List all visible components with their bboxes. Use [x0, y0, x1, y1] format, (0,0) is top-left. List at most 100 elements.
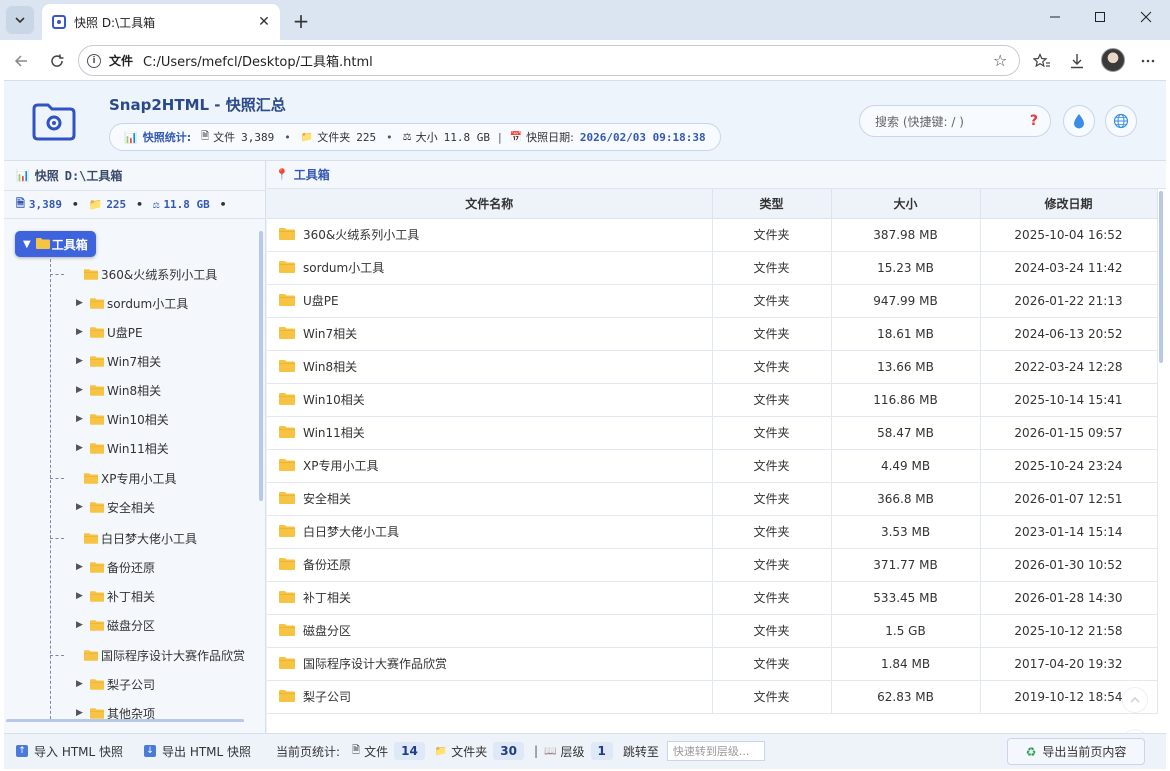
table-row[interactable]: 磁盘分区 文件夹 1.5 GB 2025-10-12 21:58 — [267, 614, 1158, 648]
caret-right-icon[interactable]: ▶ — [76, 443, 90, 453]
reload-button[interactable] — [44, 48, 70, 74]
tree-item[interactable]: ▶ 补丁相关 — [50, 585, 155, 607]
table-row[interactable]: 梨子公司 文件夹 62.83 MB 2019-10-12 18:54 — [267, 680, 1158, 714]
tree-item[interactable]: ▶ U盘PE — [50, 321, 143, 343]
close-tab-icon[interactable]: ✕ — [254, 12, 274, 32]
tree-item[interactable]: ▶ Win7相关 — [50, 350, 161, 372]
cell-date: 2025-10-04 16:52 — [980, 218, 1158, 252]
cell-name[interactable]: 备份还原 — [267, 548, 713, 582]
cell-name[interactable]: 白日梦大佬小工具 — [267, 515, 713, 549]
table-row[interactable]: sordum小工具 文件夹 15.23 MB 2024-03-24 11:42 — [267, 251, 1158, 285]
calendar-icon: 📅 — [509, 131, 523, 143]
tree-item[interactable]: ▶ 磁盘分区 — [50, 614, 155, 636]
close-window-button[interactable] — [1131, 6, 1161, 28]
page-files-count: 14 — [394, 742, 425, 760]
cell-name[interactable]: Win10相关 — [267, 383, 713, 417]
theme-button[interactable] — [1063, 105, 1095, 137]
table-row[interactable]: Win7相关 文件夹 18.61 MB 2024-06-13 20:52 — [267, 317, 1158, 351]
tree-item[interactable]: 国际程序设计大赛作品欣赏 — [50, 644, 245, 666]
table-row[interactable]: 补丁相关 文件夹 533.45 MB 2026-01-28 14:30 — [267, 581, 1158, 615]
cell-name[interactable]: sordum小工具 — [267, 251, 713, 285]
cell-type: 文件夹 — [712, 482, 832, 516]
table-row[interactable]: Win8相关 文件夹 13.66 MB 2022-03-24 12:28 — [267, 350, 1158, 384]
back-button[interactable] — [8, 48, 34, 74]
export-page-button[interactable]: ♻ 导出当前页内容 — [1007, 738, 1145, 765]
caret-right-icon[interactable]: ▶ — [76, 298, 90, 308]
tree-item[interactable]: ▶ Win8相关 — [50, 379, 161, 401]
browser-tab[interactable]: 快照 D:\工具箱 ✕ — [42, 4, 280, 40]
tree-item[interactable]: ▶ Win11相关 — [50, 437, 169, 459]
caret-right-icon[interactable]: ▶ — [76, 591, 90, 601]
folder-icon — [84, 532, 98, 544]
caret-right-icon[interactable]: ▶ — [76, 414, 90, 424]
cell-name[interactable]: Win8相关 — [267, 350, 713, 384]
tree-item[interactable]: 白日梦大佬小工具 — [50, 527, 197, 549]
caret-right-icon[interactable]: ▶ — [76, 562, 90, 572]
profile-avatar[interactable] — [1101, 48, 1125, 72]
table-row[interactable]: Win10相关 文件夹 116.86 MB 2025-10-14 15:41 — [267, 383, 1158, 417]
tree-item[interactable]: ▶ sordum小工具 — [50, 292, 188, 314]
caret-right-icon[interactable]: ▶ — [76, 385, 90, 395]
language-button[interactable] — [1105, 105, 1137, 137]
maximize-button[interactable] — [1085, 6, 1115, 28]
table-row[interactable]: Win11相关 文件夹 58.47 MB 2026-01-15 09:57 — [267, 416, 1158, 450]
column-header-date[interactable]: 修改日期 — [980, 189, 1158, 219]
cell-name[interactable]: 国际程序设计大赛作品欣赏 — [267, 647, 713, 681]
minimize-button[interactable] — [1040, 6, 1070, 28]
column-header-size[interactable]: 大小 — [831, 189, 981, 219]
tree-item[interactable]: ▶ 安全相关 — [50, 496, 155, 518]
cell-name[interactable]: Win11相关 — [267, 416, 713, 450]
cell-name[interactable]: XP专用小工具 — [267, 449, 713, 483]
table-row[interactable]: 360&火绒系列小工具 文件夹 387.98 MB 2025-10-04 16:52 — [267, 218, 1158, 252]
sidebar-horizontal-scrollbar[interactable] — [6, 719, 244, 722]
jump-to-level-input[interactable]: 快速转到层级... — [666, 741, 765, 761]
tree-item[interactable]: ▶ 梨子公司 — [50, 673, 155, 695]
cell-name[interactable]: 磁盘分区 — [267, 614, 713, 648]
cell-type: 文件夹 — [712, 416, 832, 450]
favorites-button[interactable] — [1029, 48, 1055, 74]
downloads-button[interactable] — [1064, 48, 1090, 74]
cell-name[interactable]: 安全相关 — [267, 482, 713, 516]
column-header-type[interactable]: 类型 — [712, 189, 832, 219]
caret-right-icon[interactable]: ▶ — [76, 327, 90, 337]
tree-item[interactable]: ▶ 备份还原 — [50, 556, 155, 578]
caret-right-icon[interactable]: ▶ — [76, 620, 90, 630]
search-input[interactable]: 搜索 (快捷键: / ) ? — [859, 105, 1051, 137]
cell-type: 文件夹 — [712, 515, 832, 549]
import-html-button[interactable]: ↑ 导入 HTML 快照 — [10, 738, 129, 764]
help-question-icon[interactable]: ? — [1030, 113, 1038, 129]
cell-name[interactable]: 梨子公司 — [267, 680, 713, 714]
cell-name[interactable]: U盘PE — [267, 284, 713, 318]
caret-right-icon[interactable]: ▶ — [76, 502, 90, 512]
tree-item[interactable]: XP专用小工具 — [50, 467, 176, 489]
address-bar[interactable]: i 文件 C:/Users/mefcl/Desktop/工具箱.html ☆ — [78, 45, 1020, 76]
table-row[interactable]: 国际程序设计大赛作品欣赏 文件夹 1.84 MB 2017-04-20 19:32 — [267, 647, 1158, 681]
sidebar-vertical-scrollbar[interactable] — [259, 231, 263, 501]
more-menu-button[interactable] — [1135, 48, 1161, 74]
table-row[interactable]: U盘PE 文件夹 947.99 MB 2026-01-22 21:13 — [267, 284, 1158, 318]
bookmark-star-icon[interactable]: ☆ — [993, 51, 1013, 70]
tree-root-item[interactable]: ▼ 工具箱 — [15, 231, 96, 257]
table-row[interactable]: XP专用小工具 文件夹 4.49 MB 2025-10-24 23:24 — [267, 449, 1158, 483]
cell-date: 2026-01-30 10:52 — [980, 548, 1158, 582]
tree-item[interactable]: ▶ Win10相关 — [50, 408, 169, 430]
caret-right-icon[interactable]: ▶ — [76, 356, 90, 366]
caret-right-icon[interactable]: ▶ — [76, 708, 90, 718]
url-text[interactable]: C:/Users/mefcl/Desktop/工具箱.html — [143, 51, 993, 70]
table-row[interactable]: 安全相关 文件夹 366.8 MB 2026-01-07 12:51 — [267, 482, 1158, 516]
cell-name[interactable]: 360&火绒系列小工具 — [267, 218, 713, 252]
table-scrollbar[interactable] — [1159, 191, 1163, 363]
cell-name[interactable]: Win7相关 — [267, 317, 713, 351]
cell-name[interactable]: 补丁相关 — [267, 581, 713, 615]
info-icon[interactable]: i — [87, 53, 101, 68]
table-row[interactable]: 白日梦大佬小工具 文件夹 3.53 MB 2023-01-14 15:14 — [267, 515, 1158, 549]
breadcrumb-item[interactable]: 工具箱 — [294, 166, 330, 183]
new-tab-button[interactable]: + — [288, 8, 314, 34]
tab-search-button[interactable] — [6, 6, 34, 34]
export-html-button[interactable]: ↓ 导出 HTML 快照 — [138, 738, 257, 764]
table-row[interactable]: 备份还原 文件夹 371.77 MB 2026-01-30 10:52 — [267, 548, 1158, 582]
caret-right-icon[interactable]: ▶ — [76, 679, 90, 689]
scroll-up-button[interactable] — [1122, 687, 1148, 713]
column-header-name[interactable]: 文件名称 — [267, 189, 713, 219]
tree-item[interactable]: 360&火绒系列小工具 — [50, 263, 217, 285]
